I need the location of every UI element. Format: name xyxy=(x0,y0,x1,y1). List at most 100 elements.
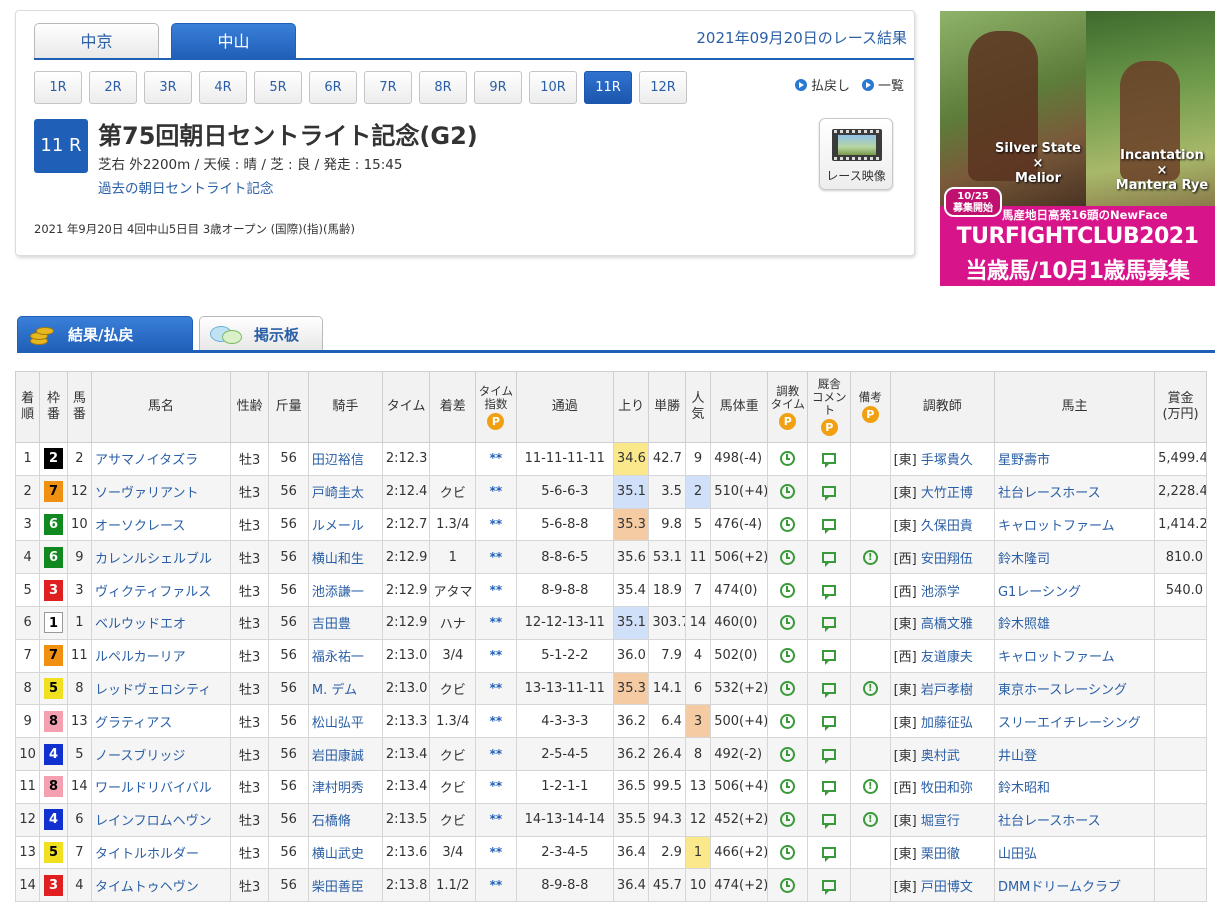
owner-link[interactable]: 星野壽市 xyxy=(993,442,1156,476)
comment-icon[interactable] xyxy=(822,814,837,830)
comment-icon[interactable] xyxy=(822,551,837,567)
horse-name-link[interactable]: グラティアス xyxy=(90,704,231,739)
trainer-link[interactable]: 堀宣行 xyxy=(921,814,960,829)
venue-tab-nakayama[interactable]: 中山 xyxy=(171,23,296,59)
owner-link[interactable]: 社台レースホース xyxy=(993,802,1156,837)
clock-icon[interactable] xyxy=(780,812,796,828)
time-index-cell[interactable]: ** xyxy=(475,737,517,771)
clock-icon[interactable] xyxy=(780,582,796,598)
venue-tab-chukyo[interactable]: 中京 xyxy=(34,23,159,59)
clock-icon[interactable] xyxy=(780,877,796,893)
exclamation-icon[interactable]: ! xyxy=(862,812,878,828)
owner-link[interactable]: 鈴木隆司 xyxy=(993,540,1156,575)
jockey-link[interactable]: 吉田豊 xyxy=(307,605,383,640)
race-video-button[interactable]: レース映像 xyxy=(819,118,893,190)
advertisement-banner[interactable]: Silver State × Melior Incantation × Mant… xyxy=(940,11,1215,286)
race-number-button[interactable]: 3R xyxy=(144,71,192,104)
time-index-cell[interactable]: ** xyxy=(475,835,517,870)
horse-name-link[interactable]: ソーヴァリアント xyxy=(90,474,231,509)
race-number-button[interactable]: 8R xyxy=(419,71,467,104)
horse-name-link[interactable]: ベルウッドエオ xyxy=(90,605,231,640)
trainer-link[interactable]: 高橋文雅 xyxy=(921,617,973,632)
horse-name-link[interactable]: レインフロムヘヴン xyxy=(90,802,231,837)
clock-icon[interactable] xyxy=(780,549,796,565)
owner-link[interactable]: 井山登 xyxy=(993,737,1156,771)
owner-link[interactable]: 社台レースホース xyxy=(993,474,1156,509)
owner-link[interactable]: 山田弘 xyxy=(993,835,1156,870)
time-index-cell[interactable]: ** xyxy=(475,573,517,607)
race-number-button[interactable]: 7R xyxy=(364,71,412,104)
race-number-button[interactable]: 9R xyxy=(474,71,522,104)
owner-link[interactable]: スリーエイチレーシング xyxy=(993,704,1156,739)
list-link[interactable]: 一覧 xyxy=(861,75,904,94)
exclamation-icon[interactable]: ! xyxy=(862,680,878,696)
exclamation-icon[interactable]: ! xyxy=(862,779,878,795)
trainer-link[interactable]: 安田翔伍 xyxy=(921,552,973,567)
time-index-cell[interactable]: ** xyxy=(475,868,517,903)
horse-name-link[interactable]: ワールドリバイバル xyxy=(90,769,231,804)
payout-link[interactable]: 払戻し xyxy=(794,75,850,94)
race-number-button[interactable]: 5R xyxy=(254,71,302,104)
clock-icon[interactable] xyxy=(780,451,796,467)
comment-icon[interactable] xyxy=(822,682,837,698)
owner-link[interactable]: DMMドリームクラブ xyxy=(993,868,1156,903)
horse-name-link[interactable]: ルペルカーリア xyxy=(90,638,231,673)
owner-link[interactable]: キャロットファーム xyxy=(993,507,1156,542)
race-number-button[interactable]: 1R xyxy=(34,71,82,104)
tab-bulletin-board[interactable]: 掲示板 xyxy=(199,316,323,352)
owner-link[interactable]: キャロットファーム xyxy=(993,638,1156,673)
race-number-button[interactable]: 6R xyxy=(309,71,357,104)
race-number-button[interactable]: 2R xyxy=(89,71,137,104)
time-index-cell[interactable]: ** xyxy=(475,442,517,476)
time-index-cell[interactable]: ** xyxy=(475,704,517,739)
time-index-cell[interactable]: ** xyxy=(475,638,517,673)
comment-icon[interactable] xyxy=(822,879,837,895)
jockey-link[interactable]: 横山武史 xyxy=(307,835,383,870)
time-index-cell[interactable]: ** xyxy=(475,540,517,575)
jockey-link[interactable]: 池添謙一 xyxy=(307,573,383,607)
jockey-link[interactable]: 福永祐一 xyxy=(307,638,383,673)
comment-icon[interactable] xyxy=(822,518,837,534)
horse-name-link[interactable]: オーソクレース xyxy=(90,507,231,542)
comment-icon[interactable] xyxy=(822,486,837,502)
race-number-button[interactable]: 11R xyxy=(584,71,632,104)
horse-name-link[interactable]: タイムトゥヘヴン xyxy=(90,868,231,903)
tab-results-payout[interactable]: 結果/払戻 xyxy=(17,316,193,352)
trainer-link[interactable]: 加藤征弘 xyxy=(921,716,973,731)
jockey-link[interactable]: 津村明秀 xyxy=(307,769,383,804)
comment-icon[interactable] xyxy=(822,584,837,600)
past-races-link[interactable]: 過去の朝日セントライト記念 xyxy=(98,177,274,197)
clock-icon[interactable] xyxy=(780,516,796,532)
horse-name-link[interactable]: レッドヴェロシティ xyxy=(90,671,231,706)
trainer-link[interactable]: 大竹正博 xyxy=(921,486,973,501)
jockey-link[interactable]: 岩田康誠 xyxy=(307,737,383,771)
trainer-link[interactable]: 久保田貴 xyxy=(921,519,973,534)
clock-icon[interactable] xyxy=(780,746,796,762)
jockey-link[interactable]: ルメール xyxy=(307,507,383,542)
trainer-link[interactable]: 池添学 xyxy=(921,585,960,600)
trainer-link[interactable]: 奥村武 xyxy=(921,749,960,764)
horse-name-link[interactable]: カレンルシェルブル xyxy=(90,540,231,575)
clock-icon[interactable] xyxy=(780,615,796,631)
horse-name-link[interactable]: アサマノイタズラ xyxy=(90,442,231,476)
clock-icon[interactable] xyxy=(780,680,796,696)
comment-icon[interactable] xyxy=(822,617,837,633)
owner-link[interactable]: 東京ホースレーシング xyxy=(993,671,1156,706)
clock-icon[interactable] xyxy=(780,779,796,795)
jockey-link[interactable]: 戸崎圭太 xyxy=(307,474,383,509)
trainer-link[interactable]: 手塚貴久 xyxy=(921,453,973,468)
time-index-cell[interactable]: ** xyxy=(475,802,517,837)
comment-icon[interactable] xyxy=(822,781,837,797)
race-number-button[interactable]: 12R xyxy=(639,71,687,104)
time-index-cell[interactable]: ** xyxy=(475,671,517,706)
owner-link[interactable]: G1レーシング xyxy=(993,573,1156,607)
comment-icon[interactable] xyxy=(822,748,837,764)
jockey-link[interactable]: 田辺裕信 xyxy=(307,442,383,476)
jockey-link[interactable]: 柴田善臣 xyxy=(307,868,383,903)
clock-icon[interactable] xyxy=(780,844,796,860)
time-index-cell[interactable]: ** xyxy=(475,769,517,804)
clock-icon[interactable] xyxy=(780,484,796,500)
horse-name-link[interactable]: ヴィクティファルス xyxy=(90,573,231,607)
trainer-link[interactable]: 栗田徹 xyxy=(921,847,960,862)
owner-link[interactable]: 鈴木照雄 xyxy=(993,605,1156,640)
